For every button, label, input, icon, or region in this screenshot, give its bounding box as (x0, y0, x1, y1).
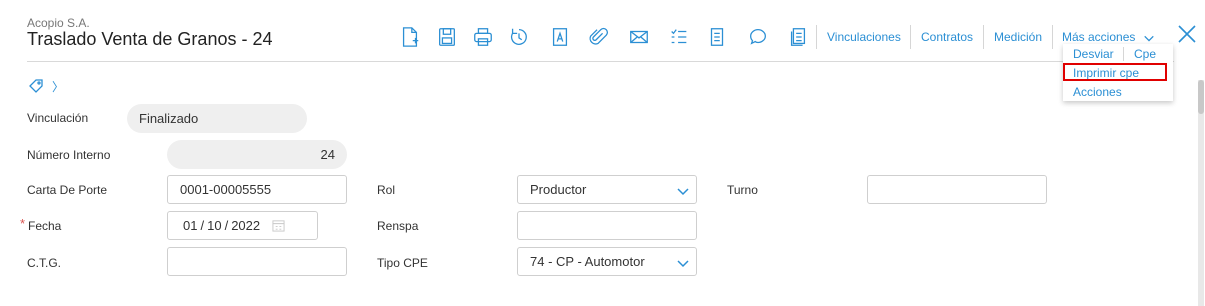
tipo-cpe-value: 74 - CP - Automotor (530, 254, 645, 269)
paperclip-icon[interactable] (586, 25, 610, 49)
ctg-label: C.T.G. (27, 256, 62, 270)
rol-label: Rol (377, 183, 396, 197)
toolbar-separator (910, 25, 911, 49)
acciones-item[interactable]: Acciones (1073, 85, 1122, 99)
vinculaciones-link[interactable]: Vinculaciones (827, 30, 901, 44)
fecha-required-marker: * (20, 216, 26, 231)
desviar-item[interactable]: Desviar (1073, 47, 1114, 61)
ctg-input[interactable] (167, 247, 347, 276)
renspa-input[interactable] (517, 211, 697, 240)
fecha-day[interactable]: 01 (183, 218, 197, 233)
fecha-label: Fecha (28, 219, 62, 233)
mas-acciones-dropdown: Desviar Cpe Imprimir cpe Acciones (1063, 44, 1173, 101)
rol-select[interactable]: Productor (517, 175, 697, 204)
tipo-cpe-select[interactable]: 74 - CP - Automotor (517, 247, 697, 276)
fecha-year[interactable]: 2022 (231, 218, 260, 233)
highlight-box (1063, 63, 1167, 81)
rol-value: Productor (530, 182, 587, 197)
fecha-input[interactable]: 01 / 10 / 2022 (167, 211, 318, 240)
medicion-link[interactable]: Medición (994, 30, 1042, 44)
expand-chevron-icon[interactable]: 〉 (52, 78, 64, 95)
vinculacion-field: Finalizado (127, 104, 307, 133)
chevron-down-icon (676, 184, 690, 198)
mas-acciones-button[interactable]: Más acciones (1062, 30, 1155, 44)
comment-icon[interactable] (746, 25, 770, 49)
fecha-month[interactable]: 10 (207, 218, 221, 233)
tipo-cpe-label: Tipo CPE (377, 256, 428, 270)
mas-acciones-label: Más acciones (1062, 30, 1136, 44)
document-a-icon[interactable] (548, 25, 572, 49)
close-icon[interactable] (1177, 24, 1197, 49)
toolbar-separator (1052, 25, 1053, 49)
new-document-icon[interactable] (398, 25, 422, 49)
numero-interno-label: Número Interno (27, 148, 111, 162)
date-separator: / (200, 218, 205, 233)
dropdown-separator (1123, 47, 1124, 61)
company-name: Acopio S.A. (27, 16, 90, 30)
carta-de-porte-label: Carta De Porte (27, 183, 108, 197)
page-icon[interactable] (705, 25, 729, 49)
numero-interno-value: 24 (320, 147, 335, 162)
carta-de-porte-input[interactable]: 0001-00005555 (167, 175, 347, 204)
cpe-item[interactable]: Cpe (1134, 47, 1156, 61)
calendar-icon[interactable] (272, 219, 285, 232)
carta-de-porte-value: 0001-00005555 (180, 182, 272, 197)
page-title: Traslado Venta de Granos - 24 (27, 29, 273, 49)
renspa-label: Renspa (377, 219, 419, 233)
print-icon[interactable] (471, 25, 495, 49)
contratos-link[interactable]: Contratos (921, 30, 973, 44)
mail-icon[interactable] (627, 25, 651, 49)
chevron-down-icon (676, 256, 690, 270)
toolbar-separator (983, 25, 984, 49)
turno-label: Turno (727, 183, 758, 197)
turno-input[interactable] (867, 175, 1047, 204)
header-divider (27, 61, 1174, 62)
vinculacion-label: Vinculación (27, 111, 89, 125)
toolbar-separator (816, 25, 817, 49)
save-icon[interactable] (435, 25, 459, 49)
refresh-icon[interactable] (507, 25, 531, 49)
scrollbar-thumb[interactable] (1198, 80, 1204, 114)
numero-interno-field: 24 (167, 140, 347, 169)
tag-icon[interactable] (28, 78, 44, 94)
checklist-icon[interactable] (667, 25, 691, 49)
vinculacion-value: Finalizado (139, 111, 199, 126)
notes-icon[interactable] (786, 25, 810, 49)
date-separator: / (224, 218, 229, 233)
chevron-down-icon (1143, 35, 1154, 42)
